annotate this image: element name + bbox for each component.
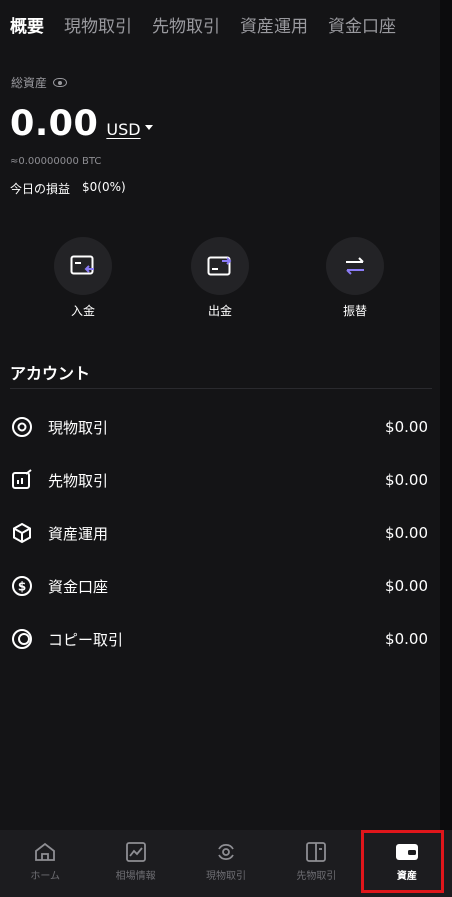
account-amount: $0.00 [385,630,428,648]
chevron-down-icon[interactable] [144,124,153,130]
tab-spot[interactable]: 現物取引 [64,12,132,37]
pnl-value: $0(0%) [82,180,126,194]
account-amount: $0.00 [385,524,428,542]
futures-trade-icon [306,842,327,862]
nav-futures-trade[interactable]: 先物取引 [271,830,361,897]
withdraw-label: 出金 [207,304,232,318]
account-name: 資産運用 [48,524,109,543]
transfer-icon [326,237,384,295]
total-balance: 0.00 [10,104,99,144]
withdraw-icon [191,237,249,295]
account-name: 資金口座 [48,577,109,596]
transfer-button[interactable]: 振替 [310,237,400,319]
pnl-label: 今日の損益 [10,182,71,196]
nav-market[interactable]: 相場情報 [90,830,180,897]
market-icon [125,842,146,862]
total-assets-label: 総資産 [11,76,48,90]
nav-label: 現物取引 [206,871,247,882]
top-tab-bar: 概要 現物取引 先物取引 資産運用 資金口座 [0,0,440,48]
transfer-label: 振替 [342,304,367,318]
tab-earn[interactable]: 資産運用 [240,12,308,37]
today-pnl-row: 今日の損益 $0(0%) [10,180,126,197]
deposit-button[interactable]: 入金 [38,237,128,319]
home-icon [35,842,56,861]
account-row-earn[interactable]: 資産運用 $0.00 [0,513,440,553]
total-assets-label-row: 総資産 [11,74,68,91]
nav-label: ホーム [30,871,61,882]
btc-equivalent: ≈0.00000000 BTC [10,156,102,167]
account-row-copy-trade[interactable]: コピー取引 $0.00 [0,619,440,659]
nav-label: 先物取引 [296,871,337,882]
tab-funding[interactable]: 資金口座 [328,12,396,37]
eye-icon[interactable] [53,78,68,87]
highlight-box [361,830,444,893]
account-amount: $0.00 [385,418,428,436]
withdraw-button[interactable]: 出金 [175,237,265,319]
tab-overview[interactable]: 概要 [10,12,44,37]
account-amount: $0.00 [385,471,428,489]
screen-edge [440,0,452,830]
futures-icon [10,468,34,492]
nav-home[interactable]: ホーム [0,830,90,897]
account-name: 先物取引 [48,471,109,490]
spot-icon [10,415,34,439]
funding-icon: $ [10,574,34,598]
balance-row: 0.00 USD [10,104,153,144]
accounts-heading: アカウント [10,364,91,383]
svg-text:$: $ [18,580,26,594]
deposit-label: 入金 [70,304,95,318]
account-name: コピー取引 [48,630,124,649]
account-row-futures[interactable]: 先物取引 $0.00 [0,460,440,500]
account-name: 現物取引 [48,418,109,437]
copy-trade-icon [10,627,34,651]
nav-spot-trade[interactable]: 現物取引 [181,830,271,897]
tab-futures[interactable]: 先物取引 [152,12,220,37]
account-row-funding[interactable]: $ 資金口座 $0.00 [0,566,440,606]
currency-selector[interactable]: USD [106,120,140,139]
account-row-spot[interactable]: 現物取引 $0.00 [0,407,440,447]
deposit-icon [54,237,112,295]
account-amount: $0.00 [385,577,428,595]
spot-trade-icon [218,843,234,861]
section-divider [10,388,432,389]
earn-icon [10,521,34,545]
nav-label: 相場情報 [115,871,156,882]
